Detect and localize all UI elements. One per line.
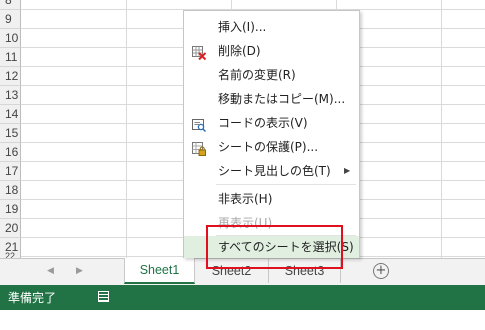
menu-item-move-copy[interactable]: 移動またはコピー(M)... [184,87,359,111]
menu-item-label: 挿入(I)... [218,20,267,34]
view-code-icon [192,116,207,133]
menu-item-label: シート見出しの色(T) [218,164,331,178]
row-header[interactable]: 11 [0,48,21,67]
row-header[interactable]: 18 [0,181,21,200]
row-header[interactable]: 15 [0,124,21,143]
row-header[interactable]: 17 [0,162,21,181]
menu-item-label: 名前の変更(R) [218,68,296,82]
menu-item-label: 移動またはコピー(M)... [218,92,346,106]
row-header[interactable]: 13 [0,86,21,105]
row-header[interactable]: 14 [0,105,21,124]
row-header[interactable]: 9 [0,10,21,29]
menu-item-tab-color[interactable]: シート見出しの色(T) ▶ [184,159,359,183]
menu-item-label: 削除(D) [218,44,261,58]
menu-item-label: 非表示(H) [218,192,273,206]
menu-item-hide[interactable]: 非表示(H) [184,187,359,211]
sheet-tab-sheet1[interactable]: Sheet1 [124,258,195,284]
scroll-tabs-left-icon[interactable]: ◀ [47,266,54,276]
row-header[interactable]: 20 [0,219,21,238]
row-header[interactable]: 12 [0,67,21,86]
status-bar: 準備完了 [0,285,485,310]
scroll-tabs-right-icon[interactable]: ▶ [76,266,83,276]
bottom-margin [0,310,485,330]
sheet-context-menu: 挿入(I)... 削除(D) 名前の変更(R) 移動またはコピー(M)... コ… [183,10,360,258]
delete-sheet-icon [192,44,207,61]
menu-item-view-code[interactable]: コードの表示(V) [184,111,359,135]
add-sheet-button[interactable]: + [373,263,389,279]
macro-record-icon[interactable] [98,291,109,302]
column-gridline [441,0,442,258]
menu-item-insert[interactable]: 挿入(I)... [184,15,359,39]
submenu-arrow-icon: ▶ [344,166,351,175]
row-header[interactable]: 10 [0,29,21,48]
menu-item-delete[interactable]: 削除(D) [184,39,359,63]
column-gridline [126,0,127,258]
row-header[interactable]: 19 [0,200,21,219]
menu-item-rename[interactable]: 名前の変更(R) [184,63,359,87]
menu-item-protect-sheet[interactable]: シートの保護(P)... [184,135,359,159]
menu-item-label: シートの保護(P)... [218,140,319,154]
protect-sheet-icon [192,140,206,156]
row-header[interactable]: 16 [0,143,21,162]
highlight-annotation-box [206,225,343,269]
row-header[interactable]: 8 [0,0,21,10]
status-text: 準備完了 [8,291,57,305]
menu-item-label: コードの表示(V) [218,116,308,130]
menu-separator [216,184,356,185]
